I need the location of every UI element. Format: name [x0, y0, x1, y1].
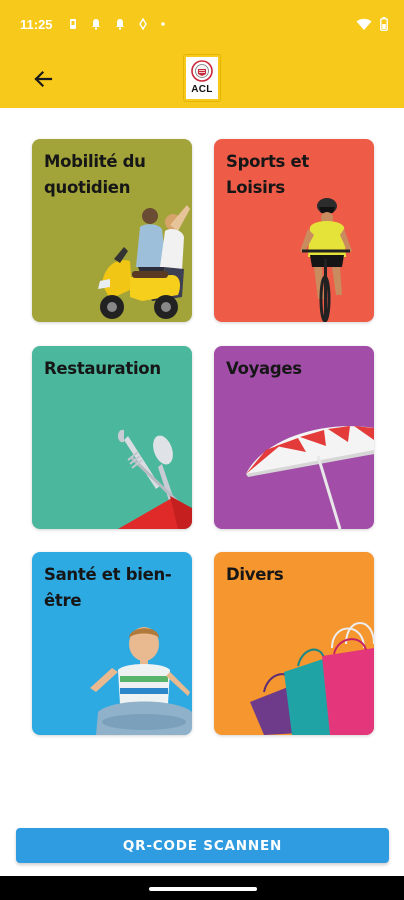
acl-seal-icon	[191, 60, 213, 82]
category-label: Sports et Loisirs	[226, 152, 309, 197]
sim-icon	[69, 19, 76, 29]
status-bar: 11:25	[0, 0, 404, 48]
notification-icons	[69, 18, 165, 30]
app-bar: ACL	[0, 48, 404, 108]
category-tile-divers[interactable]: Divers	[214, 552, 374, 735]
qr-code-scan-button[interactable]: QR-CODE SCANNEN	[16, 828, 389, 863]
system-icons	[356, 17, 388, 31]
category-label: Restauration	[44, 359, 161, 378]
arrow-left-icon	[34, 70, 53, 88]
category-tile-mobilite[interactable]: Mobilité du quotidien	[32, 139, 192, 322]
status-time: 11:25	[20, 16, 53, 32]
category-label: Divers	[226, 565, 284, 584]
category-tile-sante[interactable]: Santé et bien-être	[32, 552, 192, 735]
gesture-handle[interactable]	[149, 887, 257, 891]
leaf-icon	[138, 18, 147, 30]
category-label: Santé et bien-être	[44, 565, 172, 610]
battery-icon	[380, 17, 388, 31]
logo-text: ACL	[191, 84, 213, 95]
system-navigation-bar	[0, 876, 404, 900]
back-button[interactable]	[30, 66, 56, 92]
category-label: Mobilité du quotidien	[44, 152, 146, 197]
category-tile-restauration[interactable]: Restauration	[32, 346, 192, 529]
category-label: Voyages	[226, 359, 302, 378]
bell-icon	[91, 19, 100, 30]
category-tile-voyages[interactable]: Voyages	[214, 346, 374, 529]
bell-icon	[115, 19, 124, 30]
acl-logo: ACL	[184, 55, 220, 101]
category-tile-sports[interactable]: Sports et Loisirs	[214, 139, 374, 322]
wifi-icon	[356, 18, 372, 30]
dot-icon	[160, 22, 165, 26]
